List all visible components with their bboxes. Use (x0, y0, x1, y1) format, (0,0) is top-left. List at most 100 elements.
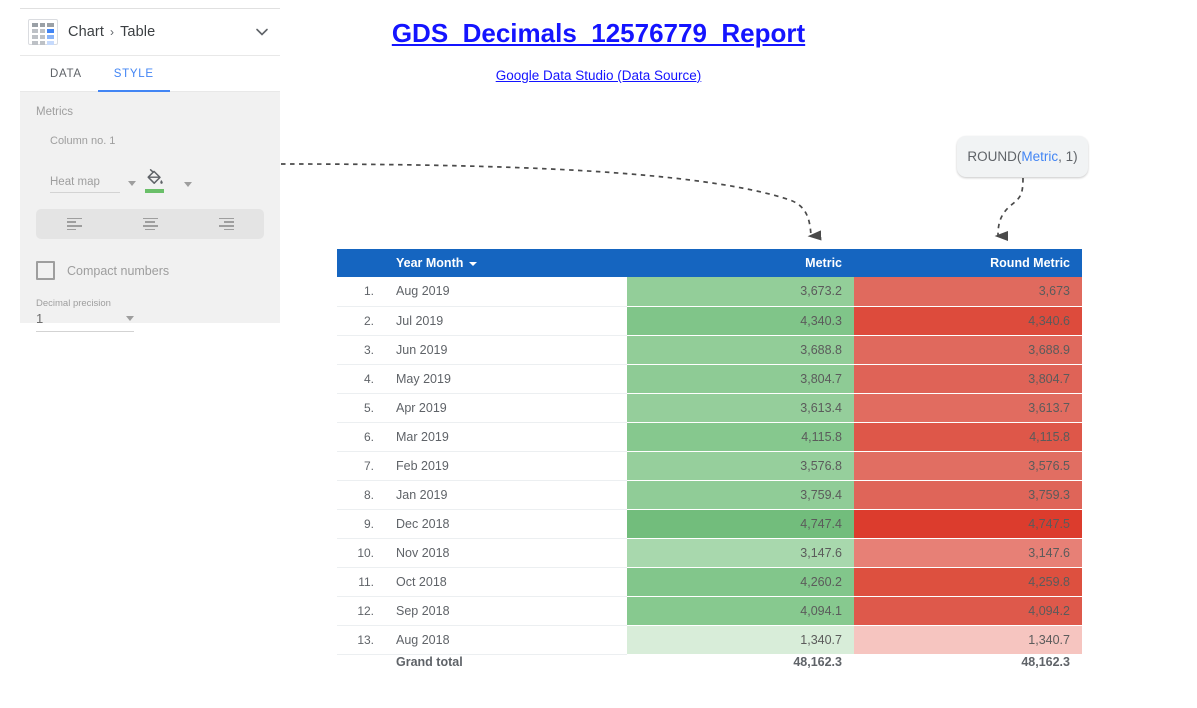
align-left-icon (66, 215, 82, 232)
row-index: 10. (357, 545, 374, 560)
cell-metric: 3,147.6 (627, 538, 854, 568)
chevron-down-icon[interactable] (184, 182, 192, 187)
cell-metric: 3,688.8 (627, 335, 854, 365)
cell-metric: 1,340.7 (627, 625, 854, 655)
compact-numbers-row[interactable]: Compact numbers (36, 261, 264, 280)
page-title[interactable]: GDS_Decimals_12576779_Report (0, 18, 1197, 49)
formula-argument: Metric (1021, 149, 1059, 164)
cell-round-metric: 1,340.7 (854, 625, 1082, 655)
cell-year-month: Feb 2019 (396, 458, 449, 473)
decimal-precision-select[interactable]: 1 (36, 311, 134, 332)
cell-year-month: Jan 2019 (396, 487, 448, 502)
data-source-link[interactable]: Google Data Studio (Data Source) (0, 68, 1197, 83)
table-row: 6. Mar 2019 4,115.8 4,115.8 (337, 422, 1082, 452)
cell-year-month: Apr 2019 (396, 400, 447, 415)
column-header-label: Year Month (396, 256, 464, 270)
cell-round-metric: 4,094.2 (854, 596, 1082, 626)
cell-year-month: Jun 2019 (396, 342, 448, 357)
row-index: 3. (363, 342, 374, 357)
style-controls-row: Heat map (50, 169, 264, 193)
cell-metric: 4,260.2 (627, 567, 854, 597)
row-index: 7. (363, 458, 374, 473)
table-row: 7. Feb 2019 3,576.8 3,576.5 (337, 451, 1082, 481)
arrow-style-to-metric (280, 163, 822, 241)
align-right-icon (218, 215, 234, 232)
color-swatch[interactable] (145, 189, 164, 193)
cell-metric: 4,115.8 (627, 422, 854, 452)
cell-year-month: Jul 2019 (396, 313, 444, 328)
row-index: 11. (358, 574, 374, 589)
table-row: 5. Apr 2019 3,613.4 3,613.7 (337, 393, 1082, 423)
table-row: 12. Sep 2018 4,094.1 4,094.2 (337, 596, 1082, 626)
cell-round-metric: 3,613.7 (854, 393, 1082, 423)
cell-metric: 4,340.3 (627, 306, 854, 336)
row-index: 9. (363, 516, 374, 531)
cell-year-month: Aug 2018 (396, 632, 450, 647)
sort-descending-icon[interactable] (469, 261, 478, 266)
grand-total-round-metric: 48,162.3 (1021, 654, 1070, 669)
cell-year-month: Nov 2018 (396, 545, 450, 560)
decimal-precision-value: 1 (36, 311, 44, 326)
cell-round-metric: 3,688.9 (854, 335, 1082, 365)
report-table: Year Month Metric Round Metric 1. Aug 201… (337, 249, 1082, 669)
decimal-precision-label: Decimal precision (36, 298, 111, 309)
arrow-formula-to-round-metric (994, 177, 1024, 242)
cell-metric: 3,576.8 (627, 451, 854, 481)
metrics-section-label: Metrics (36, 106, 74, 118)
cell-round-metric: 4,747.5 (854, 509, 1082, 539)
style-type-select[interactable]: Heat map (50, 176, 136, 193)
table-header-row: Year Month Metric Round Metric (337, 249, 1082, 277)
formula-suffix: , 1) (1058, 149, 1078, 164)
chevron-down-icon (126, 316, 134, 321)
row-index: 12. (357, 603, 374, 618)
column-header-year-month[interactable]: Year Month (383, 249, 627, 277)
align-center-icon (142, 215, 158, 232)
row-index: 4. (363, 371, 374, 386)
chevron-down-icon (128, 181, 136, 186)
table-row: 4. May 2019 3,804.7 3,804.7 (337, 364, 1082, 394)
table-row: 13. Aug 2018 1,340.7 1,340.7 (337, 625, 1082, 655)
row-index: 13. (357, 632, 374, 647)
chart-style-panel: Chart › Table DATA STYLE Metrics Column … (20, 8, 280, 332)
row-index: 5. (363, 400, 374, 415)
grand-total-metric: 48,162.3 (793, 654, 842, 669)
table-body: 1. Aug 2019 3,673.2 3,673 2. Jul 2019 4,340.3 4… (337, 277, 1082, 655)
column-header-round-metric[interactable]: Round Metric (854, 249, 1082, 277)
cell-round-metric: 3,673 (854, 277, 1082, 307)
align-center-button[interactable] (112, 215, 188, 232)
panel-body: Metrics Column no. 1 Heat map Compact nu… (20, 92, 280, 332)
compact-numbers-checkbox[interactable] (36, 261, 55, 280)
column-header-metric[interactable]: Metric (627, 249, 854, 277)
table-row: 11. Oct 2018 4,260.2 4,259.8 (337, 567, 1082, 597)
paint-bucket-icon[interactable] (144, 169, 166, 193)
grand-total-row: Grand total 48,162.3 48,162.3 (337, 654, 1082, 669)
cell-round-metric: 3,147.6 (854, 538, 1082, 568)
row-index: 8. (363, 487, 374, 502)
cell-metric: 3,804.7 (627, 364, 854, 394)
cell-year-month: May 2019 (396, 371, 451, 386)
table-row: 1. Aug 2019 3,673.2 3,673 (337, 277, 1082, 307)
table-row: 9. Dec 2018 4,747.4 4,747.5 (337, 509, 1082, 539)
cell-year-month: Dec 2018 (396, 516, 450, 531)
column-label: Column no. 1 (50, 135, 116, 147)
cell-year-month: Oct 2018 (396, 574, 447, 589)
table-row: 8. Jan 2019 3,759.4 3,759.3 (337, 480, 1082, 510)
cell-metric: 4,094.1 (627, 596, 854, 626)
row-index: 2. (363, 313, 374, 328)
formula-callout: ROUND(Metric, 1) (957, 136, 1088, 177)
table-row: 2. Jul 2019 4,340.3 4,340.6 (337, 306, 1082, 336)
compact-numbers-label: Compact numbers (67, 263, 170, 278)
cell-year-month: Aug 2019 (396, 284, 450, 299)
table-row: 10. Nov 2018 3,147.6 3,147.6 (337, 538, 1082, 568)
align-left-button[interactable] (36, 215, 112, 232)
table-row: 3. Jun 2019 3,688.8 3,688.9 (337, 335, 1082, 365)
text-alignment-group (36, 209, 264, 239)
cell-metric: 3,613.4 (627, 393, 854, 423)
cell-year-month: Mar 2019 (396, 429, 449, 444)
cell-round-metric: 3,576.5 (854, 451, 1082, 481)
cell-metric: 3,759.4 (627, 480, 854, 510)
align-right-button[interactable] (188, 215, 264, 232)
cell-round-metric: 4,259.8 (854, 567, 1082, 597)
grand-total-label: Grand total (396, 654, 463, 669)
cell-year-month: Sep 2018 (396, 603, 450, 618)
